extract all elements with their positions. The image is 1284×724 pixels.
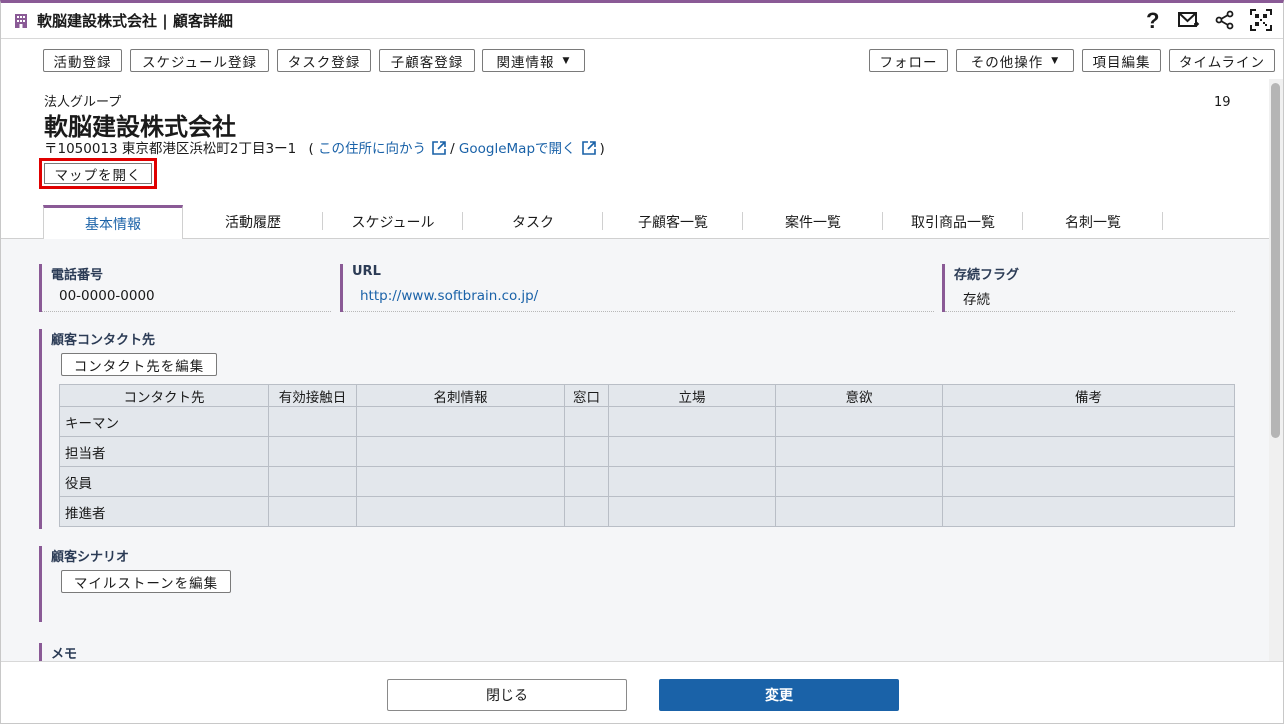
customer-detail-window: 軟脳建設株式会社 | 顧客詳細 ? 活動登録 スケジュール登録 タスク登録 子顧… [0,0,1284,724]
action-toolbar: 活動登録 スケジュール登録 タスク登録 子顧客登録 関連情報 ▼ フォロー その他… [1,39,1283,79]
caret-down-icon: ▼ [562,55,571,66]
column-header: 立場 [608,384,776,407]
tab-schedule[interactable]: スケジュール [323,205,463,238]
basic-info-panel: 電話番号 00-0000-0000 URL http://www.softbra… [1,239,1269,661]
contacts-table: コンタクト先 有効接触日 名刺情報 窓口 立場 意欲 備考 キーマン 担当者 役… [59,384,1235,527]
memo-label: メモ [51,647,78,661]
record-count: 19 [1214,95,1231,110]
vertical-scrollbar[interactable] [1269,79,1283,661]
help-icon[interactable]: ? [1141,8,1165,32]
table-row[interactable]: キーマン [59,406,1235,437]
phone-field: 電話番号 00-0000-0000 [39,264,331,312]
column-header: 名刺情報 [356,384,565,407]
follow-button[interactable]: フォロー [869,49,948,72]
directions-link[interactable]: この住所に向かう [318,141,426,157]
memo-section: メモ [39,643,1235,661]
external-link-icon[interactable] [432,141,446,155]
open-map-highlight: マップを開く [39,158,157,189]
paren-close: ) [599,141,605,157]
address-line: 〒1050013 東京都港区浜松町2丁目3ー1 ( この住所に向かう / Goog… [44,137,605,157]
share-icon[interactable] [1213,8,1237,32]
slash-separator: / [450,141,455,157]
table-row[interactable]: 役員 [59,466,1235,497]
schedule-register-button[interactable]: スケジュール登録 [130,49,269,72]
edit-contacts-button[interactable]: コンタクト先を編集 [61,353,217,376]
detail-tabs: 基本情報 活動履歴 スケジュール タスク 子顧客一覧 案件一覧 取引商品一覧 名… [1,205,1269,239]
related-info-label: 関連情報 [496,54,555,71]
tab-traded-products[interactable]: 取引商品一覧 [883,205,1023,238]
table-header-row: コンタクト先 有効接触日 名刺情報 窓口 立場 意欲 備考 [59,384,1235,407]
task-register-button[interactable]: タスク登録 [277,49,371,72]
tab-task[interactable]: タスク [463,205,603,238]
mail-icon[interactable] [1177,8,1201,32]
change-button[interactable]: 変更 [659,679,899,711]
tab-basic-info[interactable]: 基本情報 [43,205,183,239]
building-icon [13,13,29,29]
tab-deals[interactable]: 案件一覧 [743,205,883,238]
title-bar: 軟脳建設株式会社 | 顧客詳細 ? [1,3,1283,39]
column-header: 備考 [942,384,1235,407]
address-text: 〒1050013 東京都港区浜松町2丁目3ー1 [44,141,297,157]
child-customer-register-button[interactable]: 子顧客登録 [379,49,475,72]
edit-milestones-button[interactable]: マイルストーンを編集 [61,570,231,593]
continuity-underline [945,311,1235,312]
contact-role: キーマン [59,406,269,437]
url-underline [343,311,934,312]
close-button[interactable]: 閉じる [387,679,627,711]
item-edit-button[interactable]: 項目編集 [1082,49,1161,72]
qr-code-icon[interactable] [1249,8,1273,32]
url-field: URL http://www.softbrain.co.jp/ [340,264,934,312]
tab-child-customers[interactable]: 子顧客一覧 [603,205,743,238]
continuity-value: 存続 [963,292,990,308]
url-label: URL [352,264,381,279]
table-row[interactable]: 推進者 [59,496,1235,527]
column-header: 有効接触日 [268,384,357,407]
phone-underline [42,311,331,312]
continuity-flag-field: 存続フラグ 存続 [942,264,1235,312]
contact-role: 役員 [59,466,269,497]
related-info-dropdown[interactable]: 関連情報 ▼ [482,49,585,72]
timeline-button[interactable]: タイムライン [1169,49,1275,72]
scenario-label: 顧客シナリオ [51,550,130,565]
open-map-button[interactable]: マップを開く [44,163,152,184]
column-header: 意欲 [775,384,943,407]
external-link-icon[interactable] [581,141,596,155]
continuity-label: 存続フラグ [954,268,1020,283]
phone-value: 00-0000-0000 [59,288,155,304]
customer-scenario-section: 顧客シナリオ マイルストーンを編集 [39,546,1235,622]
table-row[interactable]: 担当者 [59,436,1235,467]
url-link[interactable]: http://www.softbrain.co.jp/ [360,288,538,304]
svg-text:?: ? [1146,9,1159,31]
caret-down-icon: ▼ [1051,55,1060,66]
contact-role: 担当者 [59,436,269,467]
googlemap-link[interactable]: GoogleMapで開く [459,141,576,157]
dialog-footer: 閉じる 変更 [1,661,1283,723]
phone-label: 電話番号 [51,268,104,283]
detail-scroll-area: 法人グループ 軟脳建設株式会社 19 〒1050013 東京都港区浜松町2丁目3… [1,79,1269,661]
activity-register-button[interactable]: 活動登録 [43,49,122,72]
window-title: 軟脳建設株式会社 | 顧客詳細 [37,12,233,30]
tab-business-cards[interactable]: 名刺一覧 [1023,205,1163,238]
scrollbar-thumb[interactable] [1271,83,1280,438]
tab-activity-history[interactable]: 活動履歴 [183,205,323,238]
column-header: コンタクト先 [59,384,269,407]
contact-role: 推進者 [59,496,269,527]
contacts-label: 顧客コンタクト先 [51,333,156,348]
paren-open: ( [308,141,314,157]
other-actions-label: その他操作 [970,54,1044,71]
other-actions-dropdown[interactable]: その他操作 ▼ [956,49,1074,72]
column-header: 窓口 [564,384,609,407]
